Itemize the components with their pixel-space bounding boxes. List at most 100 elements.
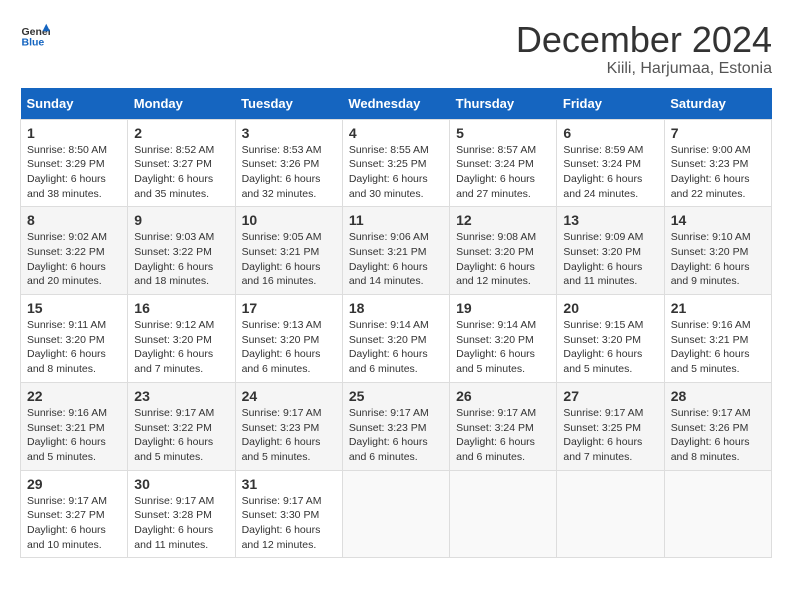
day-number: 27: [563, 388, 657, 404]
day-info: Sunrise: 9:16 AMSunset: 3:21 PMDaylight:…: [671, 318, 765, 377]
day-number: 8: [27, 212, 121, 228]
day-number: 23: [134, 388, 228, 404]
day-info: Sunrise: 9:14 AMSunset: 3:20 PMDaylight:…: [349, 318, 443, 377]
calendar-cell: [664, 470, 771, 558]
day-info: Sunrise: 8:53 AMSunset: 3:26 PMDaylight:…: [242, 143, 336, 202]
day-number: 14: [671, 212, 765, 228]
day-info: Sunrise: 9:14 AMSunset: 3:20 PMDaylight:…: [456, 318, 550, 377]
day-info: Sunrise: 9:17 AMSunset: 3:28 PMDaylight:…: [134, 494, 228, 553]
calendar-cell: 21 Sunrise: 9:16 AMSunset: 3:21 PMDayligh…: [664, 295, 771, 383]
calendar-cell: 31 Sunrise: 9:17 AMSunset: 3:30 PMDayligh…: [235, 470, 342, 558]
calendar-cell: 10 Sunrise: 9:05 AMSunset: 3:21 PMDayligh…: [235, 207, 342, 295]
day-number: 19: [456, 300, 550, 316]
calendar-cell: 5Sunrise: 8:57 AMSunset: 3:24 PMDaylight…: [450, 119, 557, 207]
logo-icon: General Blue: [20, 20, 50, 50]
calendar-cell: 22 Sunrise: 9:16 AMSunset: 3:21 PMDayligh…: [21, 382, 128, 470]
calendar-week-row: 8 Sunrise: 9:02 AMSunset: 3:22 PMDaylight…: [21, 207, 772, 295]
day-info: Sunrise: 9:06 AMSunset: 3:21 PMDaylight:…: [349, 230, 443, 289]
weekday-header-sunday: Sunday: [21, 88, 128, 120]
month-title: December 2024: [516, 20, 772, 60]
weekday-header-wednesday: Wednesday: [342, 88, 449, 120]
day-number: 18: [349, 300, 443, 316]
day-info: Sunrise: 9:11 AMSunset: 3:20 PMDaylight:…: [27, 318, 121, 377]
weekday-header-tuesday: Tuesday: [235, 88, 342, 120]
day-number: 21: [671, 300, 765, 316]
day-number: 15: [27, 300, 121, 316]
day-number: 4: [349, 125, 443, 141]
calendar-cell: 1 Sunrise: 8:50 AMSunset: 3:29 PMDaylight…: [21, 119, 128, 207]
calendar-cell: 14 Sunrise: 9:10 AMSunset: 3:20 PMDayligh…: [664, 207, 771, 295]
calendar-cell: 16 Sunrise: 9:12 AMSunset: 3:20 PMDayligh…: [128, 295, 235, 383]
calendar-cell: 30Sunrise: 9:17 AMSunset: 3:28 PMDayligh…: [128, 470, 235, 558]
calendar-cell: 20 Sunrise: 9:15 AMSunset: 3:20 PMDayligh…: [557, 295, 664, 383]
day-number: 17: [242, 300, 336, 316]
calendar-cell: 8 Sunrise: 9:02 AMSunset: 3:22 PMDaylight…: [21, 207, 128, 295]
title-block: December 2024 Kiili, Harjumaa, Estonia: [516, 20, 772, 78]
calendar-cell: 13Sunrise: 9:09 AMSunset: 3:20 PMDayligh…: [557, 207, 664, 295]
day-info: Sunrise: 9:17 AMSunset: 3:26 PMDaylight:…: [671, 406, 765, 465]
logo: General Blue: [20, 20, 50, 50]
calendar-week-row: 15 Sunrise: 9:11 AMSunset: 3:20 PMDayligh…: [21, 295, 772, 383]
day-number: 25: [349, 388, 443, 404]
day-info: Sunrise: 9:10 AMSunset: 3:20 PMDaylight:…: [671, 230, 765, 289]
day-number: 31: [242, 476, 336, 492]
calendar-cell: 29 Sunrise: 9:17 AMSunset: 3:27 PMDayligh…: [21, 470, 128, 558]
calendar-cell: [450, 470, 557, 558]
weekday-header-row: SundayMondayTuesdayWednesdayThursdayFrid…: [21, 88, 772, 120]
day-number: 1: [27, 125, 121, 141]
day-info: Sunrise: 8:52 AMSunset: 3:27 PMDaylight:…: [134, 143, 228, 202]
calendar-cell: 7Sunrise: 9:00 AMSunset: 3:23 PMDaylight…: [664, 119, 771, 207]
day-info: Sunrise: 9:17 AMSunset: 3:23 PMDaylight:…: [349, 406, 443, 465]
day-info: Sunrise: 9:16 AMSunset: 3:21 PMDaylight:…: [27, 406, 121, 465]
day-number: 28: [671, 388, 765, 404]
calendar-cell: 15 Sunrise: 9:11 AMSunset: 3:20 PMDayligh…: [21, 295, 128, 383]
weekday-header-thursday: Thursday: [450, 88, 557, 120]
day-info: Sunrise: 8:59 AMSunset: 3:24 PMDaylight:…: [563, 143, 657, 202]
calendar-cell: 11 Sunrise: 9:06 AMSunset: 3:21 PMDayligh…: [342, 207, 449, 295]
calendar-cell: 17 Sunrise: 9:13 AMSunset: 3:20 PMDayligh…: [235, 295, 342, 383]
day-info: Sunrise: 9:03 AMSunset: 3:22 PMDaylight:…: [134, 230, 228, 289]
location-title: Kiili, Harjumaa, Estonia: [516, 60, 772, 78]
day-number: 16: [134, 300, 228, 316]
day-number: 11: [349, 212, 443, 228]
calendar-cell: 23 Sunrise: 9:17 AMSunset: 3:22 PMDayligh…: [128, 382, 235, 470]
calendar-cell: 19 Sunrise: 9:14 AMSunset: 3:20 PMDayligh…: [450, 295, 557, 383]
day-info: Sunrise: 9:17 AMSunset: 3:23 PMDaylight:…: [242, 406, 336, 465]
day-number: 10: [242, 212, 336, 228]
day-number: 29: [27, 476, 121, 492]
day-info: Sunrise: 9:17 AMSunset: 3:30 PMDaylight:…: [242, 494, 336, 553]
day-info: Sunrise: 9:17 AMSunset: 3:25 PMDaylight:…: [563, 406, 657, 465]
calendar-cell: 6Sunrise: 8:59 AMSunset: 3:24 PMDaylight…: [557, 119, 664, 207]
day-info: Sunrise: 9:02 AMSunset: 3:22 PMDaylight:…: [27, 230, 121, 289]
day-number: 22: [27, 388, 121, 404]
day-info: Sunrise: 9:15 AMSunset: 3:20 PMDaylight:…: [563, 318, 657, 377]
calendar-week-row: 22 Sunrise: 9:16 AMSunset: 3:21 PMDayligh…: [21, 382, 772, 470]
calendar-cell: [557, 470, 664, 558]
calendar-cell: 26Sunrise: 9:17 AMSunset: 3:24 PMDayligh…: [450, 382, 557, 470]
day-info: Sunrise: 9:13 AMSunset: 3:20 PMDaylight:…: [242, 318, 336, 377]
svg-text:Blue: Blue: [22, 37, 45, 49]
calendar-cell: 3Sunrise: 8:53 AMSunset: 3:26 PMDaylight…: [235, 119, 342, 207]
day-number: 20: [563, 300, 657, 316]
day-number: 9: [134, 212, 228, 228]
day-info: Sunrise: 9:05 AMSunset: 3:21 PMDaylight:…: [242, 230, 336, 289]
day-info: Sunrise: 9:17 AMSunset: 3:27 PMDaylight:…: [27, 494, 121, 553]
day-info: Sunrise: 8:55 AMSunset: 3:25 PMDaylight:…: [349, 143, 443, 202]
calendar-cell: 12Sunrise: 9:08 AMSunset: 3:20 PMDayligh…: [450, 207, 557, 295]
calendar-cell: 9 Sunrise: 9:03 AMSunset: 3:22 PMDaylight…: [128, 207, 235, 295]
day-info: Sunrise: 9:17 AMSunset: 3:24 PMDaylight:…: [456, 406, 550, 465]
calendar-cell: [342, 470, 449, 558]
day-number: 24: [242, 388, 336, 404]
weekday-header-friday: Friday: [557, 88, 664, 120]
weekday-header-monday: Monday: [128, 88, 235, 120]
calendar-cell: 28 Sunrise: 9:17 AMSunset: 3:26 PMDayligh…: [664, 382, 771, 470]
day-info: Sunrise: 9:17 AMSunset: 3:22 PMDaylight:…: [134, 406, 228, 465]
day-info: Sunrise: 9:12 AMSunset: 3:20 PMDaylight:…: [134, 318, 228, 377]
calendar-table: SundayMondayTuesdayWednesdayThursdayFrid…: [20, 88, 772, 559]
day-info: Sunrise: 8:50 AMSunset: 3:29 PMDaylight:…: [27, 143, 121, 202]
day-info: Sunrise: 9:00 AMSunset: 3:23 PMDaylight:…: [671, 143, 765, 202]
day-number: 5: [456, 125, 550, 141]
calendar-week-row: 29 Sunrise: 9:17 AMSunset: 3:27 PMDayligh…: [21, 470, 772, 558]
day-number: 13: [563, 212, 657, 228]
weekday-header-saturday: Saturday: [664, 88, 771, 120]
